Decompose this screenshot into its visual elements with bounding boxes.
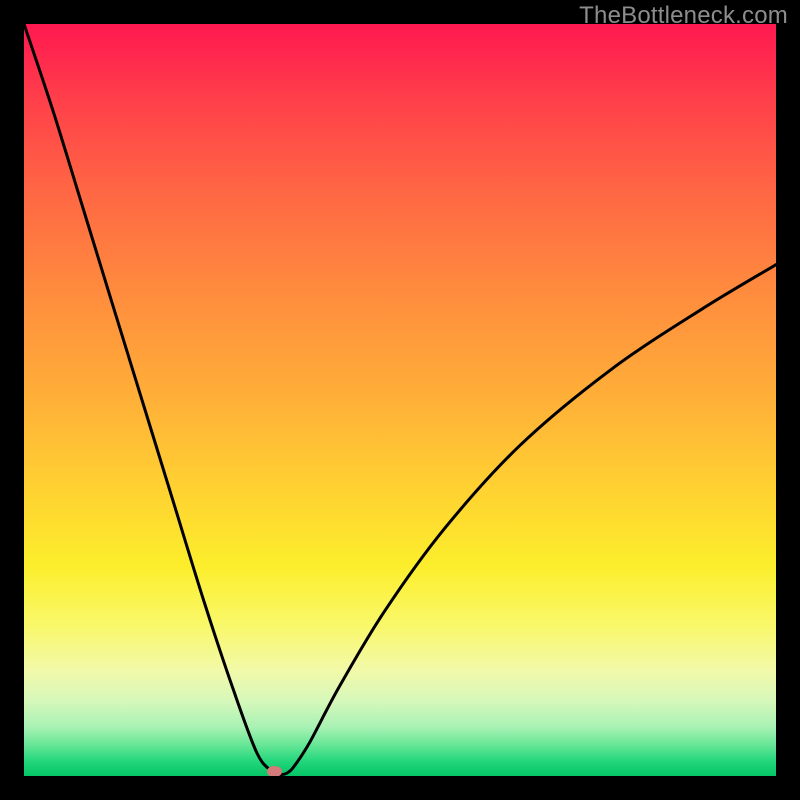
plot-area (24, 24, 776, 776)
chart-frame: TheBottleneck.com (0, 0, 800, 800)
watermark-text: TheBottleneck.com (579, 2, 788, 30)
min-point-marker (267, 766, 282, 776)
bottleneck-curve (24, 24, 776, 776)
